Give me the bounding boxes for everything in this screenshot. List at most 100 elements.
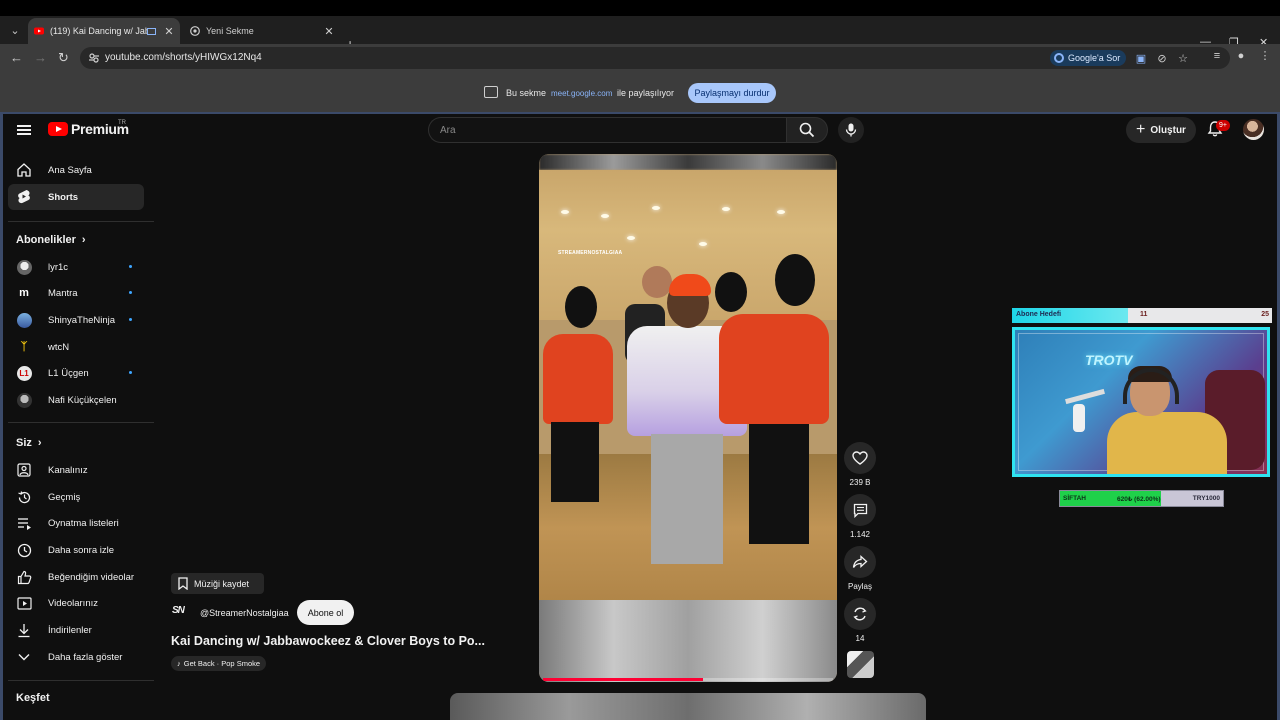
- eye-off-icon[interactable]: ⊘: [1155, 52, 1169, 66]
- sidebar-label: lyr1c: [48, 261, 69, 273]
- neon-sign: TROTV: [1085, 352, 1133, 368]
- dancer-right: [719, 314, 829, 424]
- sidebar-item-shorts[interactable]: Shorts: [8, 184, 144, 210]
- next-short-preview[interactable]: [450, 693, 926, 720]
- dancer-pants: [551, 422, 599, 502]
- chevron-down-icon: [16, 649, 32, 665]
- sidebar-item-watch-later[interactable]: Daha sonra izle: [8, 537, 144, 563]
- subscriptions-header[interactable]: Abonelikler ›: [16, 234, 86, 246]
- save-music-button[interactable]: Müziği kaydet: [171, 573, 264, 594]
- tab-youtube[interactable]: (119) Kai Dancing w/ Jabba ✕: [28, 18, 180, 44]
- comment-icon: [853, 503, 867, 518]
- stop-sharing-button[interactable]: Paylaşmayı durdur: [688, 83, 776, 103]
- like-icon: [16, 569, 32, 585]
- voice-search-button[interactable]: [838, 117, 864, 143]
- back-icon[interactable]: ←: [10, 50, 23, 65]
- subscribe-button[interactable]: Abone ol: [297, 600, 354, 625]
- sidebar-item-liked-videos[interactable]: Beğendiğim videolar: [8, 564, 144, 590]
- download-icon: [16, 622, 32, 638]
- hamburger-menu-icon[interactable]: [17, 125, 31, 135]
- channel-icon: [16, 462, 32, 478]
- sidebar-item-channel[interactable]: m Mantra: [8, 280, 144, 306]
- sidebar-label: Beğendiğim videolar: [48, 571, 135, 583]
- create-button[interactable]: + Oluştur: [1126, 117, 1196, 143]
- microphone-icon: [845, 123, 857, 137]
- sidebar-item-channel[interactable]: ShinyaTheNinja: [8, 307, 144, 333]
- remix-button[interactable]: [844, 598, 876, 630]
- forward-icon[interactable]: →: [34, 50, 47, 65]
- sidebar-item-your-channel[interactable]: Kanalınız: [8, 457, 144, 483]
- short-video-player[interactable]: STREAMERNOSTALGIAA: [539, 154, 837, 682]
- sidebar-label: L1 Üçgen: [48, 367, 89, 379]
- ceiling-light: [652, 206, 660, 210]
- bookmark-star-icon[interactable]: ☆: [1176, 52, 1190, 66]
- sidebar-label: Nafi Küçükçelen: [48, 394, 117, 406]
- tab-new[interactable]: Yeni Sekme ✕: [184, 18, 340, 44]
- browser-menu-icon[interactable]: ⋮: [1258, 49, 1272, 63]
- chevron-right-icon: ›: [81, 234, 86, 246]
- sidebar-label: Daha sonra izle: [48, 544, 115, 556]
- channel-avatar: ᛉ: [20, 341, 28, 353]
- sidebar-label: Mantra: [48, 287, 78, 299]
- channel-handle[interactable]: @StreamerNostalgiaa: [200, 608, 289, 618]
- sidebar-item-home[interactable]: Ana Sayfa: [8, 157, 144, 183]
- plus-icon: +: [1136, 121, 1146, 138]
- ceiling-light: [777, 210, 785, 214]
- youtube-logo[interactable]: Premium: [48, 121, 129, 137]
- video-progress-fill: [543, 678, 703, 681]
- you-title: Siz: [16, 437, 32, 449]
- share-text-after: ile paylaşılıyor: [617, 88, 675, 98]
- short-title[interactable]: Kai Dancing w/ Jabbawockeez & Clover Boy…: [171, 634, 485, 648]
- search-bar: [428, 117, 828, 143]
- search-button[interactable]: [786, 117, 828, 143]
- tab-search-icon[interactable]: ⌄: [6, 21, 24, 39]
- search-input[interactable]: [428, 117, 786, 143]
- video-watermark: STREAMERNOSTALGIAA: [558, 250, 623, 256]
- close-tab-icon[interactable]: ✕: [162, 25, 176, 38]
- sidebar-item-channel[interactable]: ᛉ wtcN: [8, 334, 144, 360]
- sidebar-item-your-videos[interactable]: Videolarınız: [8, 590, 144, 616]
- sound-thumbnail[interactable]: [847, 651, 874, 678]
- sidebar-item-history[interactable]: Geçmiş: [8, 484, 144, 510]
- sidebar-item-playlists[interactable]: Oynatma listeleri: [8, 510, 144, 536]
- video-bottom-blur: [539, 600, 837, 682]
- sidebar-label: Geçmiş: [48, 491, 81, 503]
- channel-avatar: [16, 392, 32, 408]
- sidebar-item-channel[interactable]: L1 L1 Üçgen: [8, 360, 144, 386]
- comments-button[interactable]: [844, 494, 876, 526]
- share-label: Paylaş: [847, 582, 872, 591]
- history-icon: [16, 489, 32, 505]
- share-arrow-icon: [852, 555, 868, 568]
- chrome-favicon-icon: [190, 26, 200, 36]
- you-header[interactable]: Siz ›: [16, 437, 42, 449]
- site-info-icon[interactable]: [88, 52, 100, 64]
- search-icon: [799, 122, 815, 138]
- subscriptions-title: Abonelikler: [16, 234, 76, 246]
- share-button[interactable]: [844, 546, 876, 578]
- shorts-icon: [16, 189, 32, 205]
- dancer-left: [543, 334, 613, 424]
- reading-list-icon[interactable]: ≡: [1210, 49, 1224, 63]
- music-label: Get Back · Pop Smoke: [183, 659, 261, 668]
- sidebar-item-show-more[interactable]: Daha fazla göster: [8, 644, 144, 670]
- google-ask-button[interactable]: Google'a Sor: [1050, 50, 1127, 66]
- explore-title: Keşfet: [16, 692, 50, 704]
- close-tab-icon[interactable]: ✕: [322, 25, 336, 38]
- cast-icon[interactable]: ▣: [1134, 52, 1148, 66]
- goal-current: 11: [1140, 311, 1148, 318]
- share-host[interactable]: meet.google.com: [551, 89, 612, 98]
- reload-icon[interactable]: ↻: [58, 50, 69, 66]
- goal-label: Abone Hedefi: [1016, 311, 1062, 318]
- url-box[interactable]: youtube.com/shorts/yHIWGx12Nq4 Google'a …: [80, 47, 1230, 69]
- tab-bar: ⌄ (119) Kai Dancing w/ Jabba ✕ Yeni Sekm…: [0, 16, 1280, 52]
- channel-logo[interactable]: SN: [172, 605, 192, 619]
- profile-icon[interactable]: ●: [1234, 49, 1248, 63]
- account-avatar[interactable]: [1243, 119, 1264, 140]
- video-progress-bar[interactable]: [543, 678, 833, 681]
- sidebar-item-downloads[interactable]: İndirilenler: [8, 617, 144, 643]
- sidebar-item-channel[interactable]: Nafi Küçükçelen: [8, 387, 144, 413]
- sidebar-item-channel[interactable]: lyr1c: [8, 254, 144, 280]
- ceiling-light: [601, 214, 609, 218]
- music-chip[interactable]: ♪ Get Back · Pop Smoke: [171, 656, 267, 671]
- like-button[interactable]: [844, 442, 876, 474]
